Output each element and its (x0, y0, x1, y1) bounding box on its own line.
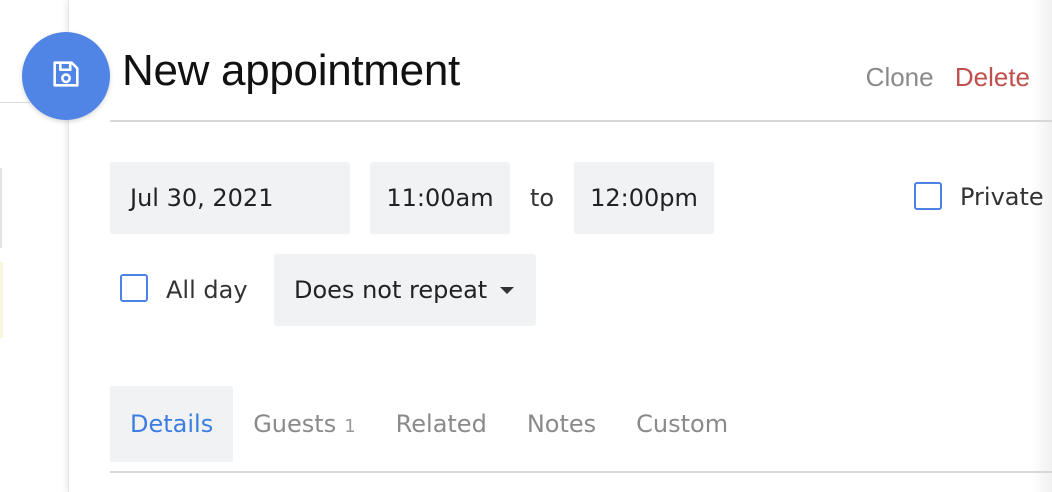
chevron-down-icon (500, 287, 514, 294)
header-divider (110, 120, 1052, 122)
tab-label: Guests (253, 410, 337, 438)
background-block (0, 168, 2, 248)
background-highlight (0, 262, 3, 338)
tab-details[interactable]: Details (110, 386, 234, 462)
floppy-disk-icon (49, 57, 83, 96)
tab-label: Details (130, 410, 214, 438)
header-actions: Clone Delete (852, 62, 1030, 93)
panel-shadow (1031, 0, 1052, 492)
tab-custom[interactable]: Custom (616, 386, 748, 462)
start-time-value: 11:00am (386, 184, 494, 212)
clone-button[interactable]: Clone (866, 62, 934, 92)
background-divider (0, 102, 30, 103)
start-time-field[interactable]: 11:00am (370, 162, 510, 234)
repeat-value: Does not repeat (294, 276, 488, 304)
private-checkbox[interactable] (914, 182, 942, 210)
save-button[interactable] (22, 32, 110, 120)
repeat-select[interactable]: Does not repeat (274, 254, 536, 326)
tab-guests[interactable]: Guests 1 (233, 386, 375, 462)
tab-label: Related (395, 410, 487, 438)
tab-related[interactable]: Related (376, 386, 507, 462)
end-time-value: 12:00pm (590, 184, 698, 212)
tab-label: Notes (526, 410, 597, 438)
guest-count-badge: 1 (344, 415, 356, 437)
all-day-label: All day (166, 276, 248, 304)
end-time-field[interactable]: 12:00pm (574, 162, 714, 234)
delete-button[interactable]: Delete (955, 62, 1030, 92)
to-label: to (530, 184, 555, 212)
tab-bar: Details Guests 1 Related Notes Custom (110, 386, 748, 462)
all-day-checkbox[interactable] (120, 274, 148, 302)
tab-label: Custom (636, 410, 729, 438)
tabs-divider (110, 471, 1052, 473)
tab-notes[interactable]: Notes (507, 386, 616, 462)
date-value: Jul 30, 2021 (130, 184, 274, 212)
private-label: Private (960, 183, 1044, 211)
page-title: New appointment (122, 46, 460, 95)
date-field[interactable]: Jul 30, 2021 (110, 162, 350, 234)
